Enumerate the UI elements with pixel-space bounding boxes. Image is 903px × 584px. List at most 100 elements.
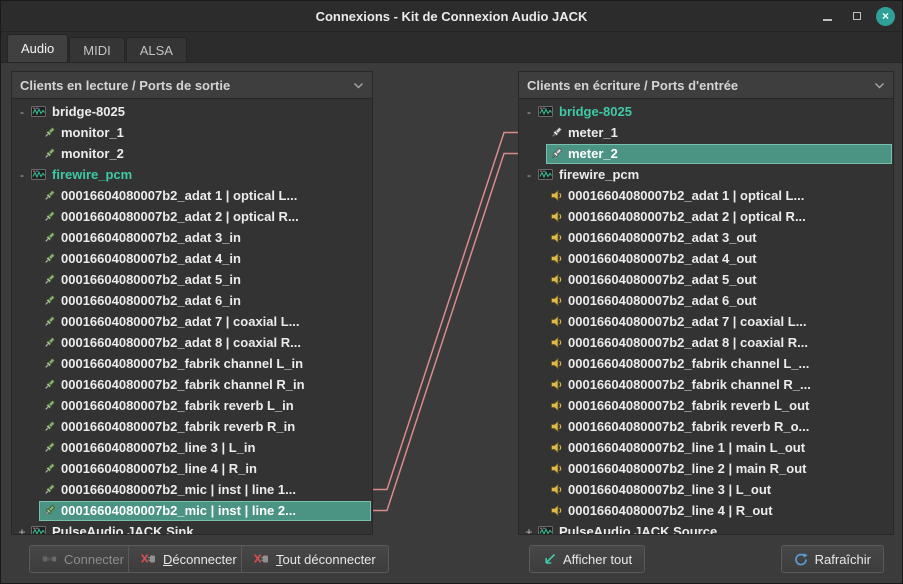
- port-name: 00016604080007b2_fabrik channel L_in: [61, 356, 303, 371]
- port-icon: [550, 336, 563, 349]
- output-ports-tree[interactable]: -bridge-8025 monitor_1 monitor_2 - firewire_…: [12, 99, 372, 534]
- input-ports-tree[interactable]: - bridge-8025 meter_1 meter_2 - firewire_pcm 0…: [519, 99, 893, 534]
- expander-icon[interactable]: -: [524, 105, 534, 119]
- port-row[interactable]: 00016604080007b2_adat 3_out: [519, 227, 893, 248]
- maximize-button[interactable]: [847, 7, 866, 26]
- port-name: 00016604080007b2_fabrik reverb R_o...: [568, 419, 809, 434]
- client-row[interactable]: - firewire_pcm: [12, 164, 372, 185]
- port-row[interactable]: 00016604080007b2_adat 2 | optical R...: [12, 206, 372, 227]
- client-row[interactable]: - bridge-8025: [519, 101, 893, 122]
- readable-clients-header[interactable]: Clients en lecture / Ports de sortie: [12, 72, 372, 99]
- expander-icon[interactable]: -: [524, 168, 534, 182]
- port-row[interactable]: 00016604080007b2_mic | inst | line 1...: [12, 479, 372, 500]
- port-name: 00016604080007b2_fabrik reverb L_out: [568, 398, 809, 413]
- port-icon: [43, 504, 56, 517]
- port-row[interactable]: 00016604080007b2_line 4 | R_out: [519, 500, 893, 521]
- refresh-button[interactable]: Rafraîchir: [781, 545, 884, 573]
- port-name: 00016604080007b2_adat 3_in: [61, 230, 241, 245]
- port-row[interactable]: 00016604080007b2_fabrik channel R_in: [12, 374, 372, 395]
- port-name: 00016604080007b2_adat 2 | optical R...: [61, 209, 299, 224]
- expander-icon[interactable]: +: [524, 525, 534, 535]
- client-icon: [538, 106, 553, 117]
- port-name: 00016604080007b2_adat 4_out: [568, 251, 757, 266]
- port-row[interactable]: 00016604080007b2_adat 4_out: [519, 248, 893, 269]
- port-row[interactable]: 00016604080007b2_fabrik reverb L_out: [519, 395, 893, 416]
- port-icon: [43, 399, 56, 412]
- writable-clients-header[interactable]: Clients en écriture / Ports d'entrée: [519, 72, 893, 99]
- port-row[interactable]: 00016604080007b2_fabrik channel L_...: [519, 353, 893, 374]
- client-name: bridge-8025: [559, 104, 632, 119]
- port-name: 00016604080007b2_line 1 | main L_out: [568, 440, 805, 455]
- client-icon: [31, 169, 46, 180]
- port-row[interactable]: 00016604080007b2_line 1 | main L_out: [519, 437, 893, 458]
- port-name: 00016604080007b2_adat 6_in: [61, 293, 241, 308]
- port-row[interactable]: 00016604080007b2_line 3 | L_out: [519, 479, 893, 500]
- port-row[interactable]: 00016604080007b2_adat 1 | optical L...: [519, 185, 893, 206]
- client-name: firewire_pcm: [559, 167, 639, 182]
- port-name: monitor_1: [61, 125, 124, 140]
- port-name: 00016604080007b2_adat 8 | coaxial R...: [568, 335, 808, 350]
- port-row[interactable]: 00016604080007b2_fabrik channel R_...: [519, 374, 893, 395]
- port-row[interactable]: 00016604080007b2_adat 3_in: [12, 227, 372, 248]
- client-row[interactable]: -bridge-8025: [12, 101, 372, 122]
- expander-icon[interactable]: -: [17, 105, 27, 119]
- expander-icon[interactable]: -: [17, 168, 27, 182]
- tab-alsa[interactable]: ALSA: [126, 37, 187, 62]
- chevron-down-icon[interactable]: [353, 82, 364, 89]
- port-row[interactable]: 00016604080007b2_mic | inst | line 2...: [12, 500, 372, 521]
- port-row[interactable]: 00016604080007b2_adat 5_out: [519, 269, 893, 290]
- client-row[interactable]: - firewire_pcm: [519, 164, 893, 185]
- disconnect-all-icon: [254, 553, 269, 565]
- show-all-button[interactable]: Afficher tout: [529, 545, 645, 573]
- tab-audio[interactable]: Audio: [7, 34, 68, 62]
- port-icon: [550, 483, 563, 496]
- port-icon: [43, 189, 56, 202]
- port-name: 00016604080007b2_fabrik channel L_...: [568, 356, 809, 371]
- port-name: 00016604080007b2_adat 7 | coaxial L...: [61, 314, 300, 329]
- port-name: 00016604080007b2_adat 5_out: [568, 272, 757, 287]
- disconnect-all-button[interactable]: Tout déconnecter: [241, 545, 389, 573]
- port-icon: [550, 504, 563, 517]
- port-row[interactable]: 00016604080007b2_adat 2 | optical R...: [519, 206, 893, 227]
- port-row[interactable]: 00016604080007b2_fabrik reverb R_o...: [519, 416, 893, 437]
- disconnect-button[interactable]: Déconnecter: [128, 545, 250, 573]
- port-row[interactable]: 00016604080007b2_adat 7 | coaxial L...: [12, 311, 372, 332]
- port-row[interactable]: 00016604080007b2_fabrik reverb R_in: [12, 416, 372, 437]
- port-icon: [43, 462, 56, 475]
- connections-window: Connexions - Kit de Connexion Audio JACK…: [0, 0, 903, 584]
- tab-midi[interactable]: MIDI: [69, 37, 124, 62]
- port-name: 00016604080007b2_line 4 | R_in: [61, 461, 257, 476]
- client-row[interactable]: + PulseAudio JACK Sink: [12, 521, 372, 534]
- connect-button[interactable]: Connecter: [29, 545, 137, 573]
- port-row[interactable]: 00016604080007b2_fabrik channel L_in: [12, 353, 372, 374]
- port-row[interactable]: 00016604080007b2_adat 6_out: [519, 290, 893, 311]
- port-icon: [550, 378, 563, 391]
- port-row[interactable]: meter_2: [519, 143, 893, 164]
- client-row[interactable]: + PulseAudio JACK Source: [519, 521, 893, 534]
- minimize-button[interactable]: [818, 7, 837, 26]
- port-row[interactable]: meter_1: [519, 122, 893, 143]
- port-row[interactable]: 00016604080007b2_line 3 | L_in: [12, 437, 372, 458]
- port-row[interactable]: 00016604080007b2_line 4 | R_in: [12, 458, 372, 479]
- port-row[interactable]: 00016604080007b2_adat 1 | optical L...: [12, 185, 372, 206]
- client-name: PulseAudio JACK Source: [559, 524, 717, 534]
- expander-icon[interactable]: +: [17, 525, 27, 535]
- client-name: firewire_pcm: [52, 167, 132, 182]
- port-row[interactable]: 00016604080007b2_adat 7 | coaxial L...: [519, 311, 893, 332]
- port-row[interactable]: 00016604080007b2_adat 8 | coaxial R...: [519, 332, 893, 353]
- port-row[interactable]: 00016604080007b2_adat 5_in: [12, 269, 372, 290]
- port-name: meter_1: [568, 125, 618, 140]
- port-row[interactable]: monitor_1: [12, 122, 372, 143]
- port-row[interactable]: 00016604080007b2_adat 6_in: [12, 290, 372, 311]
- chevron-down-icon[interactable]: [874, 82, 885, 89]
- client-icon: [31, 106, 46, 117]
- close-button[interactable]: ×: [876, 7, 895, 26]
- port-row[interactable]: monitor_2: [12, 143, 372, 164]
- titlebar[interactable]: Connexions - Kit de Connexion Audio JACK…: [1, 1, 902, 32]
- port-row[interactable]: 00016604080007b2_adat 8 | coaxial R...: [12, 332, 372, 353]
- port-row[interactable]: 00016604080007b2_line 2 | main R_out: [519, 458, 893, 479]
- port-row[interactable]: 00016604080007b2_fabrik reverb L_in: [12, 395, 372, 416]
- client-name: PulseAudio JACK Sink: [52, 524, 194, 534]
- port-name: monitor_2: [61, 146, 124, 161]
- port-row[interactable]: 00016604080007b2_adat 4_in: [12, 248, 372, 269]
